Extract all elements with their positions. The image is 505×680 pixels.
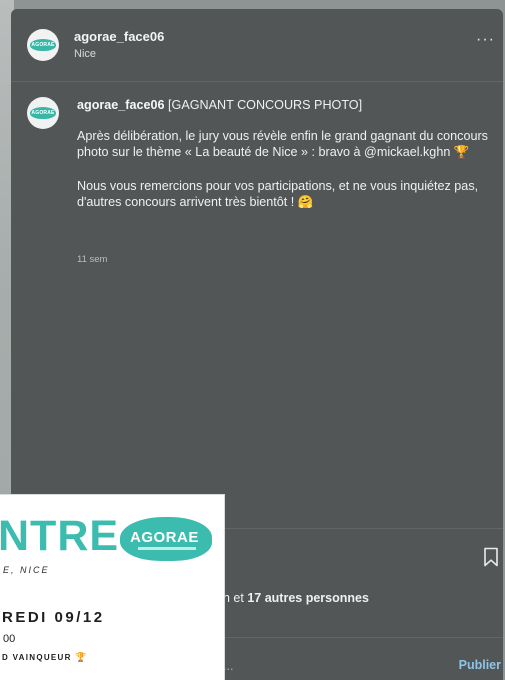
caption-paragraph-1: Après délibération, le jury vous révèle … (77, 128, 488, 160)
logo-text: AGORAE (130, 529, 199, 546)
post-timestamp: 11 sem (77, 254, 108, 265)
post-caption: agorae_face06 [GAGNANT CONCOURS PHOTO] A… (77, 97, 489, 228)
likes-summary[interactable]: n et 17 autres personnes (223, 591, 369, 605)
poster-subtitle: E, NICE (3, 565, 50, 575)
trophy-icon: 🏆 (75, 652, 88, 662)
post-header: AGORAE agorae_face06 Nice ··· (11, 9, 503, 82)
likes-count: 17 autres personnes (247, 591, 369, 605)
profile-avatar[interactable]: AGORAE (27, 29, 59, 61)
poster-winner-line: D VAINQUEUR 🏆 (2, 652, 88, 663)
caption-paragraph-2: Nous vous remercions pour vos participat… (77, 178, 479, 210)
agorae-logo: AGORAE (120, 517, 212, 561)
more-options-icon[interactable]: ··· (476, 31, 495, 49)
logo-tagline (138, 547, 196, 550)
likes-prefix: n et (223, 591, 248, 605)
poster-date: REDI 09/12 (2, 609, 105, 626)
comment-input[interactable]: ... (223, 659, 233, 673)
header-location[interactable]: Nice (74, 48, 96, 60)
caption-username[interactable]: agorae_face06 (77, 98, 165, 112)
avatar-logo: AGORAE (30, 39, 56, 51)
avatar-logo: AGORAE (30, 107, 56, 119)
caption-avatar[interactable]: AGORAE (27, 97, 59, 129)
poster-hour: 00 (3, 633, 16, 645)
bookmark-icon[interactable] (483, 547, 499, 567)
publish-button[interactable]: Publier (459, 658, 501, 672)
event-poster: NTRE AGORAE E, NICE REDI 09/12 00 D VAIN… (0, 495, 224, 680)
header-username[interactable]: agorae_face06 (74, 29, 164, 44)
poster-winner-text: D VAINQUEUR (2, 653, 72, 662)
poster-title: NTRE (0, 512, 120, 560)
caption-title: [GAGNANT CONCOURS PHOTO] (164, 98, 363, 112)
